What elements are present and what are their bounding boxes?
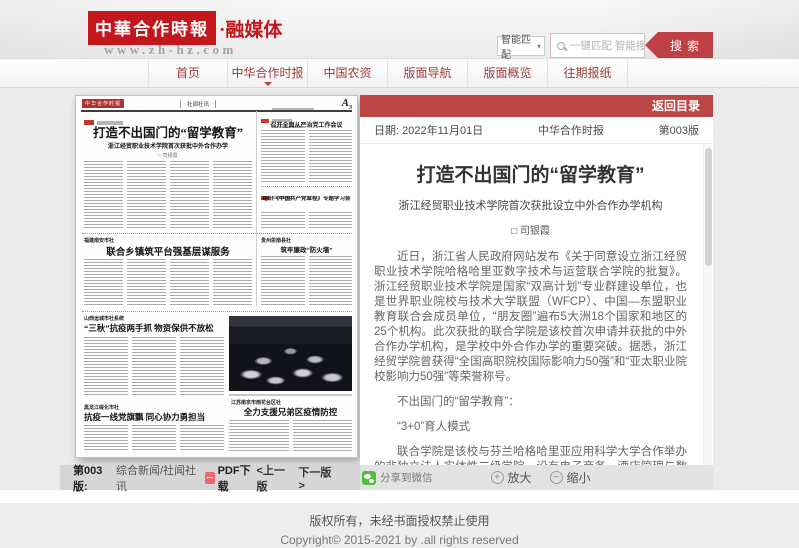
nav-item-home[interactable]: 首页: [148, 59, 228, 87]
np-masthead-rule: [81, 110, 352, 112]
np-right-c-source: 贵州思南县社: [261, 237, 291, 244]
nav-row: 首页 中华合作时报 中国农资 版面导航 版面概览 往期报纸: [148, 59, 628, 87]
np-right-b-body: [261, 212, 352, 228]
search-button[interactable]: 搜索: [645, 32, 713, 58]
wechat-icon: [362, 471, 376, 485]
np-mid-body: [84, 259, 252, 305]
article-paragraph: 联合学院是该校与芬兰哈格哈里亚应用科学大学合作举办的非独立法人实体性二级学院，设…: [374, 445, 687, 465]
np-mid-source: 福建南安市社: [84, 237, 114, 244]
toolbar-left: 第003版: 综合新闻/社闻社讯 PDF下载 <上一版 下一版 >: [60, 465, 360, 490]
pdf-icon: [205, 472, 215, 484]
np-b3-source: 江苏南京市雨花台区社: [231, 399, 281, 406]
copyright-en: Copyright© 2015-2021 by .all rights rese…: [0, 533, 799, 547]
reader-topbar: 返回目录: [360, 95, 713, 117]
np-news-photo: [229, 316, 352, 391]
np-b3-headline: 全力支援兄弟区疫情防控: [229, 406, 352, 418]
newspaper-thumbnail[interactable]: 中华合作时报 社闻社讯 A3 打造不出国门的“留学教育” 浙江经贸职业技术学院首…: [75, 95, 358, 458]
chevron-down-icon: ▾: [537, 42, 541, 51]
np-b3-body: [229, 420, 352, 452]
np-b1-body: [84, 337, 224, 397]
toolbar-section-label: 综合新闻/社闻社讯: [116, 462, 197, 494]
minus-icon: [550, 471, 563, 484]
np-nameplate: 中华合作时报: [82, 99, 124, 108]
search-icon: [557, 42, 565, 50]
logo-suffix: ·融媒体: [219, 15, 282, 42]
page: 中華合作時報 ·融媒体 www.zh-hz.com 智能匹配 ▾ 搜索 首页 中…: [0, 0, 799, 548]
zoom-in-label: 放大: [508, 469, 532, 486]
share-wechat-button[interactable]: 分享到微信: [362, 470, 433, 485]
search-mode-select[interactable]: 智能匹配 ▾: [497, 36, 545, 56]
site-logo[interactable]: 中華合作時報 ·融媒体: [88, 11, 282, 45]
article-subtitle: 浙江经贸职业技术学院首次获批设立中外合作办学机构: [374, 197, 687, 213]
main-nav: 首页 中华合作时报 中国农资 版面导航 版面概览 往期报纸: [0, 59, 799, 88]
np-lead-body: [84, 161, 252, 229]
scrollbar-thumb[interactable]: [705, 148, 712, 266]
np-photo-caption: [229, 394, 352, 396]
np-b2-body: [84, 425, 224, 452]
np-b2-source: 黑龙江绥化市社: [84, 404, 119, 411]
next-page-button[interactable]: 下一版 >: [298, 464, 336, 492]
logo-nameplate: 中華合作時報: [88, 11, 216, 45]
np-b1-source: 山西运城市社系统: [84, 315, 124, 322]
np-right-a-body: [261, 130, 352, 182]
np-column-rule: [256, 111, 257, 307]
np-lead-subhead: 浙江经贸职业技术学院首次获批中外合作办学: [84, 141, 252, 150]
toolbar-right: 分享到微信 放大 缩小: [360, 465, 713, 490]
article-reader-panel: 返回目录 日期: 2022年11月01日 中华合作时报 第003版 打造不出国门…: [360, 95, 713, 465]
np-mid-headline: 联合乡镇筑平台强基层谋服务: [84, 244, 252, 258]
np-divider: [82, 311, 352, 312]
search-input[interactable]: [570, 40, 644, 52]
site-url: www.zh-hz.com: [104, 42, 237, 58]
np-divider: [261, 186, 352, 187]
np-lead-byline: □ 司银霞: [84, 152, 252, 159]
nav-item-page-navigation[interactable]: 版面导航: [388, 59, 468, 87]
article-paragraph: “3+0”育人模式: [374, 420, 687, 435]
issue-date: 日期: 2022年11月01日: [374, 122, 483, 138]
scrollbar[interactable]: [703, 144, 712, 465]
np-right-c-headline: 筑牢廉政“防火墙”: [261, 244, 352, 254]
toolbar-page-label: 第003版:: [73, 462, 112, 494]
page-number: 第003版: [659, 122, 699, 138]
article-paragraph: 不出国门的“留学教育”：: [374, 395, 687, 410]
article-paragraph: 近日，浙江省人民政府网站发布《关于同意设立浙江经贸职业技术学院哈格哈里亚数字技术…: [374, 250, 687, 385]
np-b2-headline: 抗疫一线党旗飘 同心协力勇担当: [84, 411, 232, 423]
plus-icon: [491, 471, 504, 484]
nav-item-zhonghua-hezuo-shibao[interactable]: 中华合作时报: [228, 59, 308, 87]
back-to-toc-button[interactable]: 返回目录: [639, 95, 713, 117]
search-mode-value: 智能匹配: [501, 31, 537, 61]
paper-name: 中华合作时报: [538, 122, 604, 138]
np-right-c-body: [261, 256, 352, 306]
search-box: [550, 33, 645, 58]
np-b1-headline: “三秋”抗疫两手抓 物资保供不放松: [84, 322, 232, 334]
share-label: 分享到微信: [380, 470, 433, 485]
zoom-in-button[interactable]: 放大: [491, 469, 532, 486]
np-divider: [82, 233, 352, 234]
copyright-cn: 版权所有，未经书面授权禁止使用: [0, 512, 799, 529]
np-right-b-headline: 组织《中国共产党章程》专题学习会: [261, 196, 352, 203]
np-section-tab: 社闻社讯: [180, 100, 216, 108]
article-title: 打造不出国门的“留学教育”: [374, 160, 687, 187]
site-header: 中華合作時報 ·融媒体 www.zh-hz.com 智能匹配 ▾ 搜索: [0, 0, 799, 59]
zoom-out-label: 缩小: [567, 469, 591, 486]
nav-item-page-overview[interactable]: 版面概览: [468, 59, 548, 87]
zoom-out-button[interactable]: 缩小: [550, 469, 591, 486]
np-right-a-headline: 召开全面从严治党工作会议: [261, 120, 352, 129]
np-lead-headline: 打造不出国门的“留学教育”: [84, 122, 252, 141]
pdf-download-button[interactable]: PDF下载: [218, 462, 257, 494]
article-body: 打造不出国门的“留学教育” 浙江经贸职业技术学院首次获批设立中外合作办学机构 □…: [360, 144, 713, 465]
prev-page-button[interactable]: <上一版: [257, 462, 292, 494]
nav-item-past-issues[interactable]: 往期报纸: [548, 59, 628, 87]
article-byline: □ 司银霞: [374, 222, 687, 237]
reader-meta-row: 日期: 2022年11月01日 中华合作时报 第003版: [360, 117, 713, 144]
nav-item-zhongguo-nongzi[interactable]: 中国农资: [308, 59, 388, 87]
page-footer: 版权所有，未经书面授权禁止使用 Copyright© 2015-2021 by …: [0, 503, 799, 548]
